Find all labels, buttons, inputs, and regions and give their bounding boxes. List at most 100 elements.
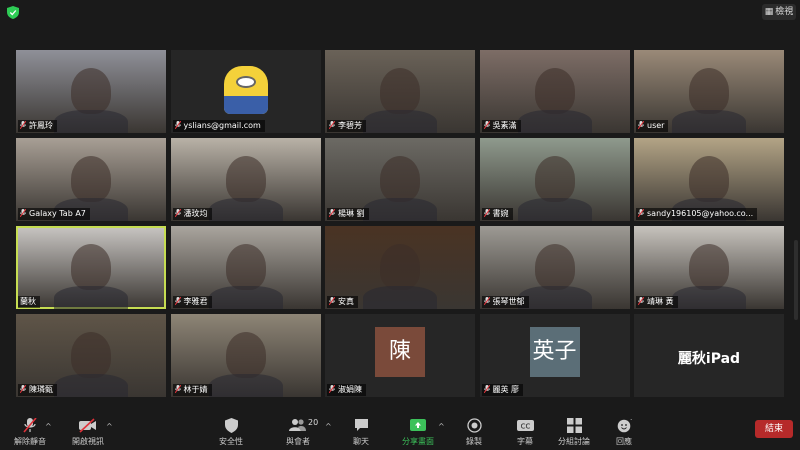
chat-label: 聊天 [353,437,369,446]
participant-name-label: 吳素滿 [481,120,521,132]
security-shield-icon [224,418,238,433]
reactions-smiley-icon: + [617,418,632,433]
minion-avatar-icon [223,66,268,114]
participant-tile[interactable]: 楊琳 劉 [325,138,475,221]
participant-tile[interactable]: sandy196105@yahoo.co... [634,138,784,221]
participant-name-label: 安真 [327,296,358,308]
muted-mic-icon [638,209,644,217]
participant-name-label: yslians@gmail.com [172,120,265,132]
participant-video-body [208,374,283,397]
participant-video-feed [689,244,729,290]
captions-button[interactable]: CC 字幕 [510,418,540,450]
record-button[interactable]: 錄製 [459,418,489,450]
participant-video-feed [225,156,266,202]
record-label: 錄製 [466,437,482,446]
captions-cc-icon: CC [516,420,534,431]
participant-video-feed [71,68,111,114]
participant-tile[interactable]: 林于婧 [170,314,321,397]
start-video-button[interactable]: 開啟視訊 [68,418,108,450]
participant-name-label: 張琴世郁 [481,296,529,308]
participant-name-text: sandy196105@yahoo.co... [647,209,754,218]
muted-mic-icon [329,297,335,305]
participant-tile[interactable]: 陳淑娟陳 [325,314,475,397]
participant-name-label: 書婉 [481,208,513,220]
reactions-label: 回應 [616,437,632,446]
participant-video-body [54,374,128,397]
participant-video-feed [71,156,111,202]
breakout-rooms-button[interactable]: 分組討論 [556,418,592,450]
participant-name-text: 李雅君 [183,297,208,306]
participant-tile[interactable]: 張琴世郁 [479,226,630,309]
video-off-icon [79,418,96,433]
participant-name-text: 楊琳 劉 [338,209,365,218]
participant-name-label: 許鳳玲 [18,120,57,132]
participant-video-feed [534,68,575,114]
captions-label: 字幕 [517,437,533,446]
participant-tile[interactable]: 李雅君 [170,226,321,309]
participant-name-text: 潘玟均 [183,209,208,218]
security-button[interactable]: 安全性 [214,418,248,450]
share-screen-button[interactable]: 分享畫面 [400,418,436,450]
security-label: 安全性 [219,437,243,446]
participant-tile[interactable]: 陳璘甄 [16,314,166,397]
muted-mic-icon [174,385,181,393]
participant-initials-avatar: 陳 [375,326,425,377]
muted-mic-icon [483,385,490,393]
participant-tile[interactable]: yslians@gmail.com [170,50,321,133]
participant-name-text: 淑娟陳 [338,385,362,394]
unmute-button[interactable]: 解除靜音 [12,418,48,450]
participants-icon [289,419,306,431]
muted-mic-icon [20,385,26,393]
participant-tile[interactable]: 麗秋iPad [634,314,784,397]
participant-tile[interactable]: 潘玟均 [170,138,321,221]
muted-mic-icon [329,121,335,129]
participant-name-text: 李碧芳 [338,121,362,130]
participant-name-text: 麗英 廖 [492,385,520,394]
svg-text:CC: CC [520,423,530,431]
participant-video-body [363,286,437,309]
breakout-rooms-label: 分組討論 [558,437,590,446]
muted-mic-icon [483,121,490,129]
view-button[interactable]: ▦ 檢視 [762,4,796,20]
participant-tile[interactable]: 靖琳 黃 [634,226,784,309]
participant-tile[interactable]: 蘭秋 [16,226,166,309]
participants-caret-icon[interactable]: ^ [325,422,332,431]
participant-video-feed [534,156,575,202]
participant-name-text: 許鳳玲 [29,121,53,130]
audio-options-caret-icon[interactable]: ^ [45,422,52,431]
share-caret-icon[interactable]: ^ [438,422,445,431]
video-options-caret-icon[interactable]: ^ [106,422,113,431]
participant-tile[interactable]: 英子 麗英 廖 [479,314,630,397]
participants-button[interactable]: 20 與會者 [282,418,318,450]
participant-name-text: 蘭秋 [20,297,36,306]
participant-name-text: 吳素滿 [492,121,517,130]
participant-video-body [54,286,128,309]
gallery-scrollbar[interactable] [794,240,798,320]
reactions-button[interactable]: + 回應 [610,418,638,450]
participant-tile[interactable]: Galaxy Tab A7 [16,138,166,221]
participant-video-body [208,286,283,309]
participant-name-text: 書婉 [492,209,509,218]
participant-tile[interactable]: 李碧芳 [325,50,475,133]
participant-tile[interactable]: 吳素滿 [479,50,630,133]
participant-name-text: 張琴世郁 [492,297,525,306]
encryption-shield-icon[interactable] [7,6,19,19]
muted-mic-icon [483,297,490,305]
participant-tile[interactable]: 許鳳玲 [16,50,166,133]
participant-tile[interactable]: user [634,50,784,133]
chat-button[interactable]: 聊天 [346,418,376,450]
participant-name-text: yslians@gmail.com [183,121,261,130]
participant-name-text: 陳璘甄 [29,385,53,394]
participant-name-label: 靖琳 黃 [636,296,678,308]
participant-display-name: 麗秋iPad [677,351,741,367]
participant-video-body [54,110,128,133]
participant-tile[interactable]: 書婉 [479,138,630,221]
muted-mic-icon [638,297,644,305]
participant-video-feed [689,68,729,114]
participant-video-body [672,286,746,309]
participant-tile[interactable]: 安真 [325,226,475,309]
participant-video-body [208,198,283,221]
participant-name-text: 林于婧 [183,385,208,394]
participant-name-label: 淑娟陳 [327,384,366,396]
end-meeting-button[interactable]: 結束 [755,420,793,438]
